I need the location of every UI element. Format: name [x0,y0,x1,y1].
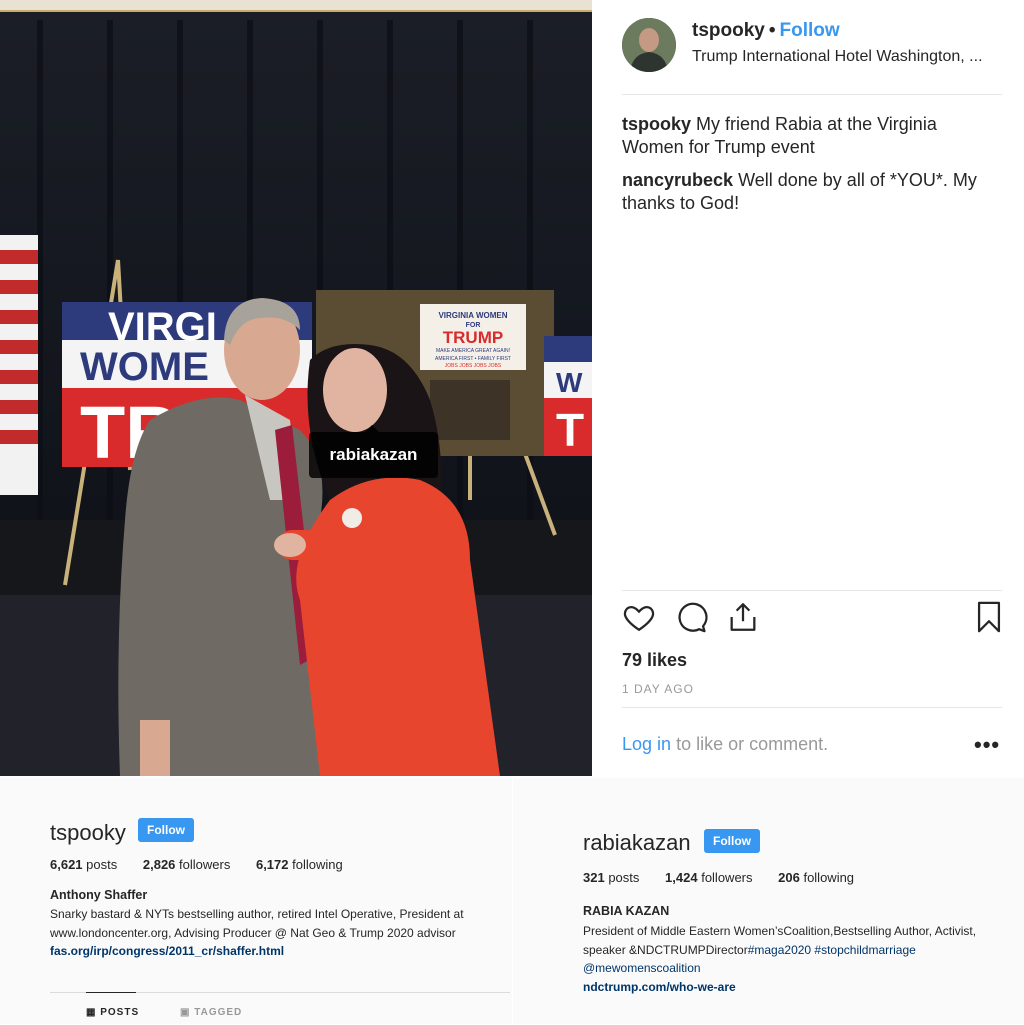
profile-stats: 321 posts 1,424 followers 206 following [583,870,876,885]
comment: tspooky My friend Rabia at the Virginia … [622,113,997,159]
tab-label: POSTS [100,1007,140,1018]
profile-card-tspooky: tspooky Follow 6,621 posts 2,826 followe… [0,778,512,1024]
svg-text:AMERICA FIRST • FAMILY FIRST: AMERICA FIRST • FAMILY FIRST [435,356,511,362]
post-header: tspooky • Follow Trump International Hotel… [622,16,1002,78]
likes-count[interactable]: 79 likes [622,650,687,671]
post-author: tspooky • Follow [692,20,840,42]
bio-line: Snarky bastard & NYTs bestselling author… [50,907,464,921]
comment-username[interactable]: nancyrubeck [622,170,733,190]
svg-text:WOME: WOME [80,345,209,389]
profile-stats: 6,621 posts 2,826 followers 6,172 follow… [50,857,365,872]
profile-username: rabiakazan [583,830,691,855]
bio-hashtags[interactable]: #maga2020 #stopchildmarriage [748,943,916,957]
profile-full-name: RABIA KAZAN [583,904,670,918]
followers-stat[interactable]: 1,424 followers [665,870,752,885]
comment-username[interactable]: tspooky [622,114,691,134]
comment-icon[interactable] [674,600,708,634]
photo-user-tag[interactable]: rabiakazan [309,425,438,478]
tab-label: TAGGED [194,1007,243,1018]
svg-text:JOBS JOBS JOBS JOBS: JOBS JOBS JOBS JOBS [445,363,502,369]
follow-button[interactable]: Follow [138,818,194,842]
posts-stat[interactable]: 6,621 posts [50,857,117,872]
heart-icon[interactable] [622,600,656,634]
svg-text:TRUMP: TRUMP [443,328,503,347]
divider [622,590,1002,591]
profile-website-link[interactable]: ndctrump.com/who-we-are [583,978,1023,997]
tab-posts[interactable]: ▦ POSTS [86,1007,139,1018]
svg-text:MAKE AMERICA GREAT AGAIN!: MAKE AMERICA GREAT AGAIN! [436,348,510,354]
sign-virginia-women-right: W T [544,336,592,456]
follow-button[interactable]: Follow [704,829,760,853]
svg-text:T: T [556,404,584,456]
post-timestamp: 1 DAY AGO [622,682,694,696]
svg-text:W: W [556,367,583,398]
login-prompt-text: to like or comment. [676,734,829,754]
separator-dot: • [768,20,776,41]
following-stat[interactable]: 206 following [778,870,854,885]
divider [622,94,1002,95]
bio-line: speaker &NDCTRUMPDirector#maga2020 #stop… [583,942,916,957]
post-side-panel: tspooky • Follow Trump International Hotel… [592,0,1024,778]
svg-text:VIRGI: VIRGI [108,305,217,349]
post-photo[interactable]: VIRGI WOME TR VIRGINIA WOMEN FOR TRUMP M… [0,0,592,776]
us-flag [0,235,38,495]
avatar-image [622,18,676,72]
comment: nancyrubeck Well done by all of *YOU*. M… [622,169,997,215]
profile-website-link[interactable]: fas.org/irp/congress/2011_cr/shaffer.htm… [50,942,505,961]
svg-text:VIRGINIA WOMEN: VIRGINIA WOMEN [438,311,507,320]
post-actions [622,600,1004,640]
photo-illustration: VIRGI WOME TR VIRGINIA WOMEN FOR TRUMP M… [0,0,592,776]
profile-bio: Snarky bastard & NYTs bestselling author… [50,905,505,961]
divider [622,707,1002,708]
post-username[interactable]: tspooky [692,20,765,41]
grid-icon: ▦ [86,1007,97,1018]
bookmark-icon[interactable] [974,600,1004,634]
more-options-icon[interactable]: ••• [974,732,1000,758]
post-location[interactable]: Trump International Hotel Washington, ..… [692,48,983,66]
profile-full-name: Anthony Shaffer [50,888,148,902]
profile-tabs: ▦ POSTS ▣ TAGGED [50,992,510,1025]
followers-stat[interactable]: 2,826 followers [143,857,230,872]
login-prompt: Log in to like or comment. [622,734,828,755]
share-icon[interactable] [726,600,760,634]
posts-stat[interactable]: 321 posts [583,870,639,885]
following-stat[interactable]: 6,172 following [256,857,343,872]
tagged-icon: ▣ [180,1007,191,1018]
login-link[interactable]: Log in [622,734,671,754]
bio-line: President of Middle Eastern Women’sCoali… [583,924,977,938]
tab-tagged[interactable]: ▣ TAGGED [180,1007,242,1018]
avatar[interactable] [622,18,676,72]
bio-mention[interactable]: @mewomenscoalition [583,959,1023,978]
bio-line: www.londoncenter.org, Advising Producer … [50,925,456,940]
follow-button[interactable]: Follow [780,20,840,41]
profile-card-rabiakazan: rabiakazan Follow 321 posts 1,424 follow… [513,778,1024,1024]
active-tab-indicator [86,992,136,993]
profile-username: tspooky [50,820,126,845]
profile-bio: President of Middle Eastern Women’sCoali… [583,922,1023,996]
